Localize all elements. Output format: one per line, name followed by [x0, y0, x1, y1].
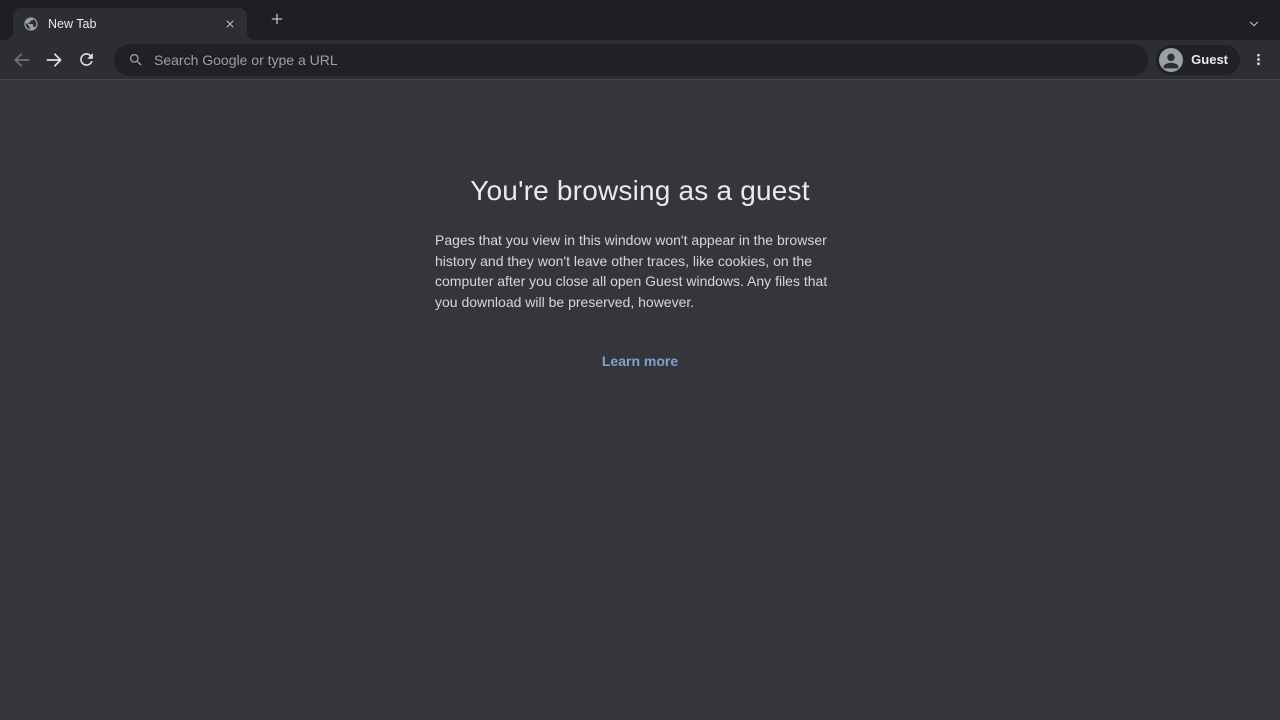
learn-more-link[interactable]: Learn more: [435, 353, 845, 369]
toolbar: Guest: [0, 40, 1280, 80]
globe-favicon-icon: [23, 16, 39, 32]
arrow-right-icon: [44, 50, 64, 70]
close-icon: [224, 18, 236, 30]
tab-overview-button[interactable]: [1240, 10, 1268, 38]
back-button[interactable]: [8, 46, 36, 74]
page-title: You're browsing as a guest: [435, 175, 845, 207]
arrow-left-icon: [12, 50, 32, 70]
forward-button[interactable]: [40, 46, 68, 74]
guest-profile-button[interactable]: Guest: [1156, 45, 1240, 75]
plus-icon: [269, 11, 285, 27]
reload-icon: [77, 50, 96, 69]
guest-description: Pages that you view in this window won't…: [435, 230, 845, 312]
tab-new-tab[interactable]: New Tab: [13, 8, 247, 40]
close-tab-button[interactable]: [221, 15, 239, 33]
search-icon: [128, 52, 144, 68]
address-input[interactable]: [154, 52, 1134, 68]
tab-title: New Tab: [48, 17, 221, 31]
guest-new-tab-page: You're browsing as a guest Pages that yo…: [0, 80, 1280, 719]
tab-strip: New Tab: [0, 0, 1280, 40]
chevron-down-icon: [1247, 17, 1261, 31]
person-avatar-icon: [1159, 48, 1183, 72]
kebab-menu-icon: [1250, 51, 1267, 68]
reload-button[interactable]: [72, 46, 100, 74]
browser-window: New Tab: [0, 0, 1280, 719]
new-tab-button[interactable]: [263, 5, 291, 33]
guest-message-card: You're browsing as a guest Pages that yo…: [435, 175, 845, 719]
browser-menu-button[interactable]: [1244, 46, 1272, 74]
address-bar[interactable]: [114, 44, 1148, 76]
profile-label: Guest: [1191, 52, 1228, 67]
